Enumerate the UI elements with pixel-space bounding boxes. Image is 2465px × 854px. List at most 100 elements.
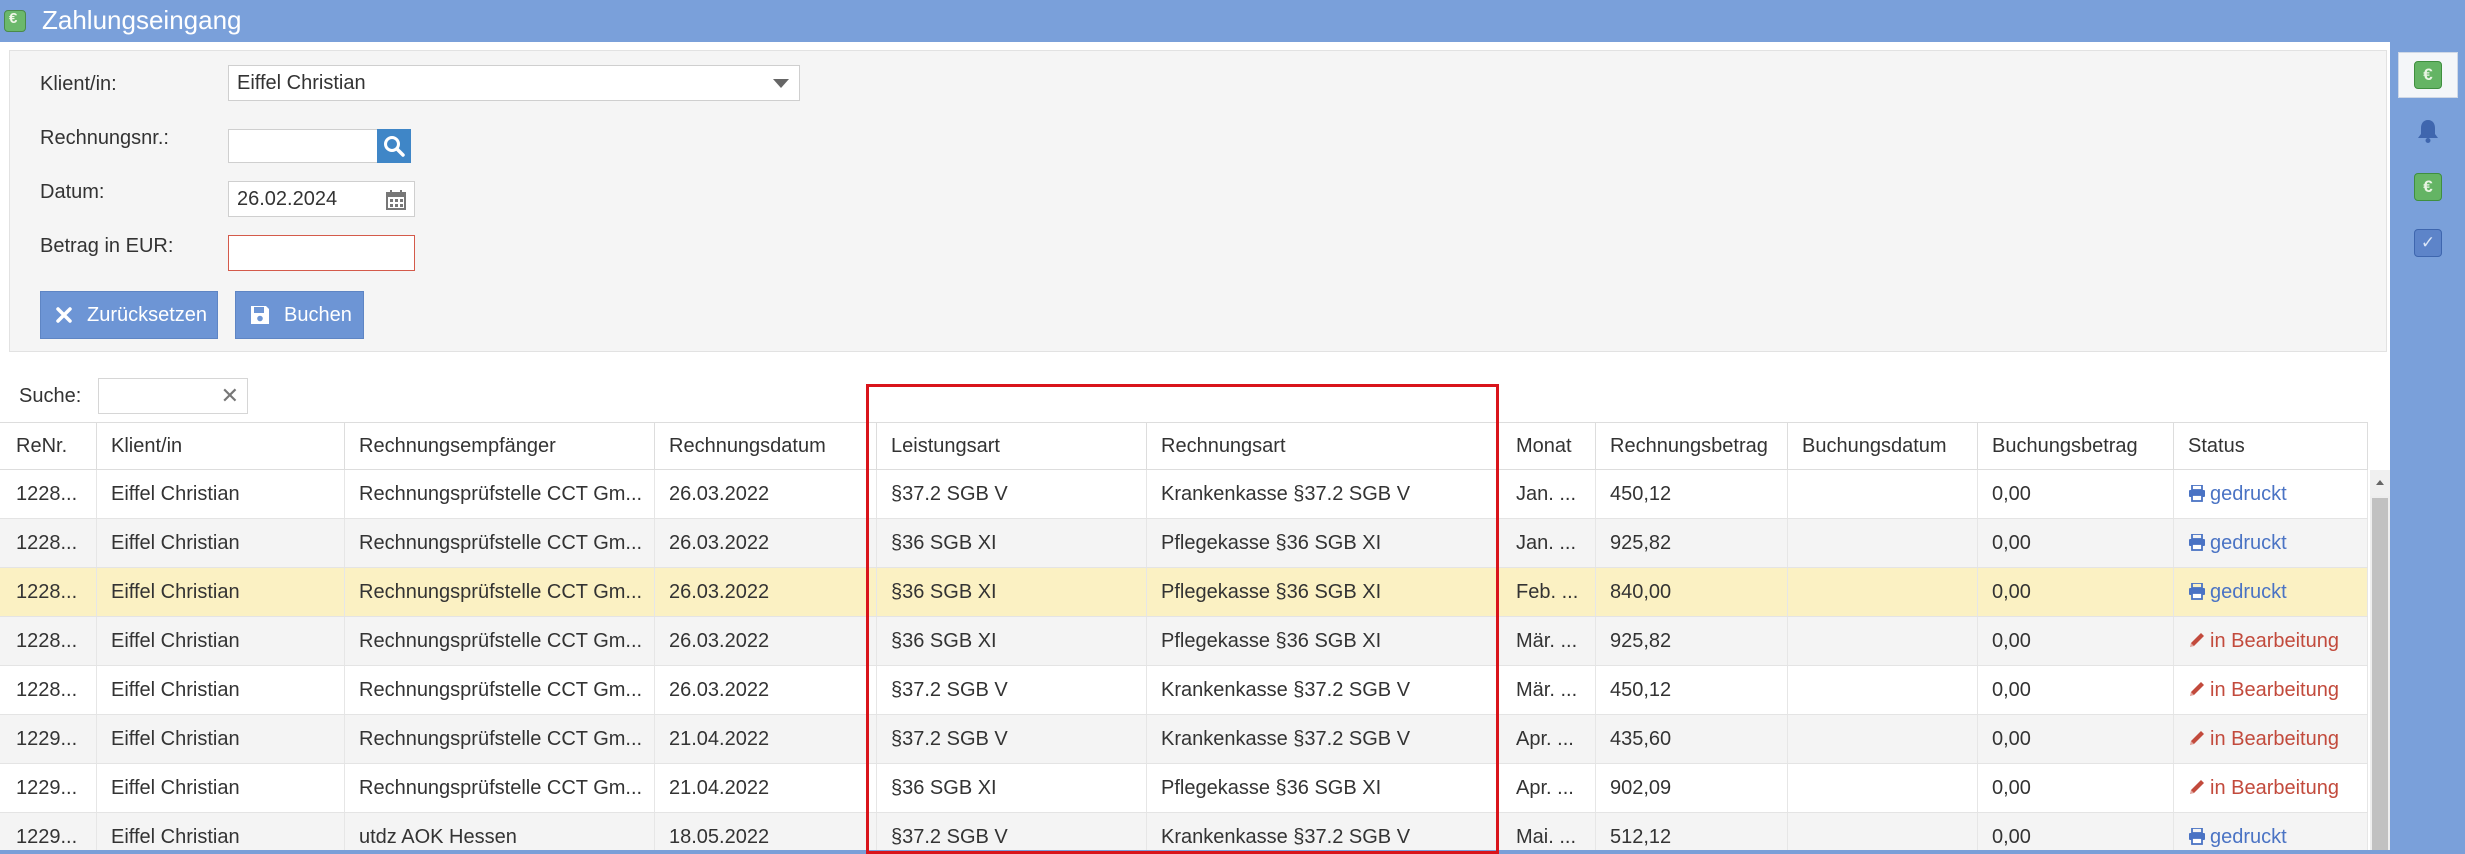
cell-renr: 1228... bbox=[2, 666, 97, 714]
table-row[interactable]: 1228... Eiffel Christian Rechnungsprüfstel… bbox=[0, 568, 2368, 617]
column-header-rechnungsart[interactable]: Rechnungsart bbox=[1147, 423, 1499, 470]
cell-renr: 1228... bbox=[2, 568, 97, 616]
cell-buchungsbetrag: 0,00 bbox=[1978, 715, 2174, 763]
table-row[interactable]: 1228... Eiffel Christian Rechnungsprüfstel… bbox=[0, 666, 2368, 715]
column-header-leistungsart[interactable]: Leistungsart bbox=[877, 423, 1147, 470]
cell-leistungsart: §36 SGB XI bbox=[877, 764, 1147, 812]
column-header-empfaenger[interactable]: Rechnungsempfänger bbox=[345, 423, 655, 470]
cell-datum: 26.03.2022 bbox=[655, 470, 877, 518]
calendar-icon[interactable] bbox=[386, 190, 406, 215]
table-row[interactable]: 1228... Eiffel Christian Rechnungsprüfstel… bbox=[0, 519, 2368, 568]
cell-klient: Eiffel Christian bbox=[97, 617, 345, 665]
cell-betrag: 925,82 bbox=[1596, 617, 1788, 665]
cell-datum: 26.03.2022 bbox=[655, 666, 877, 714]
book-button-label: Buchen bbox=[284, 303, 352, 326]
book-button[interactable]: Buchen bbox=[235, 291, 364, 339]
column-header-betrag[interactable]: Rechnungsbetrag bbox=[1596, 423, 1788, 470]
invoice-icon: € bbox=[2414, 173, 2442, 201]
column-header-buchungsbetrag[interactable]: Buchungsbetrag bbox=[1978, 423, 2174, 470]
status-text: in Bearbeitung bbox=[2210, 728, 2339, 750]
cell-monat: Jan. ... bbox=[1502, 519, 1596, 567]
cell-renr: 1229... bbox=[2, 813, 97, 850]
rechnungsnr-label: Rechnungsnr.: bbox=[40, 127, 169, 149]
cell-buchungsdatum bbox=[1788, 666, 1978, 714]
table-row[interactable]: 1229... Eiffel Christian utdz AOK Hessen 18… bbox=[0, 813, 2368, 850]
cell-leistungsart: §37.2 SGB V bbox=[877, 715, 1147, 763]
cell-rechnungsart: Krankenkasse §37.2 SGB V bbox=[1147, 666, 1499, 714]
cell-rechnungsart: Pflegekasse §36 SGB XI bbox=[1147, 764, 1499, 812]
cell-klient: Eiffel Christian bbox=[97, 813, 345, 850]
cell-status: gedruckt bbox=[2174, 568, 2368, 616]
cell-rechnungsart: Krankenkasse §37.2 SGB V bbox=[1147, 470, 1499, 518]
reset-button[interactable]: Zurücksetzen bbox=[40, 291, 218, 339]
bell-icon bbox=[2415, 118, 2441, 144]
cell-empfaenger: Rechnungsprüfstelle CCT Gm... bbox=[345, 764, 655, 812]
toolbar-button-payment[interactable]: € bbox=[2398, 52, 2458, 98]
status-text: in Bearbeitung bbox=[2210, 630, 2339, 652]
toolbar-button-invoice[interactable]: € bbox=[2398, 164, 2458, 210]
cell-rechnungsart: Pflegekasse §36 SGB XI bbox=[1147, 568, 1499, 616]
cell-datum: 26.03.2022 bbox=[655, 617, 877, 665]
column-header-buchungsdatum[interactable]: Buchungsdatum bbox=[1788, 423, 1978, 470]
status-text: gedruckt bbox=[2210, 483, 2287, 505]
title-bar: Zahlungseingang bbox=[0, 0, 2465, 42]
cell-monat: Mär. ... bbox=[1502, 617, 1596, 665]
save-icon bbox=[250, 305, 270, 325]
table-row[interactable]: 1228... Eiffel Christian Rechnungsprüfstel… bbox=[0, 617, 2368, 666]
cell-monat: Mai. ... bbox=[1502, 813, 1596, 850]
cell-betrag: 925,82 bbox=[1596, 519, 1788, 567]
window-title: Zahlungseingang bbox=[42, 5, 242, 35]
rechnungsnr-search-button[interactable] bbox=[377, 129, 411, 163]
search-label: Suche: bbox=[19, 385, 82, 407]
table-row[interactable]: 1229... Eiffel Christian Rechnungsprüfstel… bbox=[0, 764, 2368, 813]
column-header-klient[interactable]: Klient/in bbox=[97, 423, 345, 470]
cell-status: gedruckt bbox=[2174, 813, 2368, 850]
scroll-up-arrow[interactable] bbox=[2370, 470, 2390, 496]
cell-buchungsbetrag: 0,00 bbox=[1978, 764, 2174, 812]
close-icon bbox=[55, 306, 73, 324]
scrollbar-thumb[interactable] bbox=[2372, 498, 2388, 850]
cell-monat: Jan. ... bbox=[1502, 470, 1596, 518]
cell-renr: 1229... bbox=[2, 764, 97, 812]
clear-search-icon[interactable]: ✕ bbox=[221, 385, 239, 407]
cell-rechnungsart: Pflegekasse §36 SGB XI bbox=[1147, 519, 1499, 567]
column-header-renr[interactable]: ReNr. bbox=[2, 423, 97, 470]
datum-input[interactable]: 26.02.2024 bbox=[228, 181, 415, 217]
cell-buchungsdatum bbox=[1788, 764, 1978, 812]
cell-status: in Bearbeitung bbox=[2174, 666, 2368, 714]
toolbar-button-bell[interactable] bbox=[2398, 108, 2458, 154]
klient-select[interactable]: Eiffel Christian bbox=[228, 65, 800, 101]
table-row[interactable]: 1228... Eiffel Christian Rechnungsprüfstel… bbox=[0, 470, 2368, 519]
rechnungsnr-input[interactable] bbox=[228, 129, 378, 163]
reset-button-label: Zurücksetzen bbox=[87, 303, 208, 326]
datum-label: Datum: bbox=[40, 181, 105, 203]
cell-buchungsbetrag: 0,00 bbox=[1978, 813, 2174, 850]
cell-monat: Feb. ... bbox=[1502, 568, 1596, 616]
status-text: gedruckt bbox=[2210, 581, 2287, 603]
column-header-status[interactable]: Status bbox=[2174, 423, 2368, 470]
cell-status: in Bearbeitung bbox=[2174, 764, 2368, 812]
column-header-monat[interactable]: Monat bbox=[1502, 423, 1596, 470]
cell-empfaenger: Rechnungsprüfstelle CCT Gm... bbox=[345, 568, 655, 616]
klient-label: Klient/in: bbox=[40, 73, 117, 95]
status-text: in Bearbeitung bbox=[2210, 679, 2339, 701]
toolbar-button-check[interactable]: ✓ bbox=[2398, 220, 2458, 266]
right-toolbar: € € ✓ bbox=[2390, 42, 2465, 850]
betrag-input[interactable] bbox=[228, 235, 415, 271]
main-panel: Klient/in: Eiffel Christian Rechnungsnr.… bbox=[0, 42, 2390, 850]
cell-buchungsdatum bbox=[1788, 470, 1978, 518]
column-header-datum[interactable]: Rechnungsdatum bbox=[655, 423, 877, 470]
cell-empfaenger: utdz AOK Hessen bbox=[345, 813, 655, 850]
cell-betrag: 450,12 bbox=[1596, 470, 1788, 518]
cell-buchungsbetrag: 0,00 bbox=[1978, 568, 2174, 616]
cell-leistungsart: §36 SGB XI bbox=[877, 617, 1147, 665]
cell-buchungsdatum bbox=[1788, 813, 1978, 850]
cell-rechnungsart: Krankenkasse §37.2 SGB V bbox=[1147, 813, 1499, 850]
pencil-icon bbox=[2188, 717, 2206, 763]
cell-leistungsart: §37.2 SGB V bbox=[877, 813, 1147, 850]
table-search-input[interactable]: ✕ bbox=[98, 378, 248, 414]
cell-datum: 26.03.2022 bbox=[655, 519, 877, 567]
table-row[interactable]: 1229... Eiffel Christian Rechnungsprüfstel… bbox=[0, 715, 2368, 764]
cell-status: gedruckt bbox=[2174, 470, 2368, 518]
printer-icon bbox=[2188, 521, 2206, 567]
